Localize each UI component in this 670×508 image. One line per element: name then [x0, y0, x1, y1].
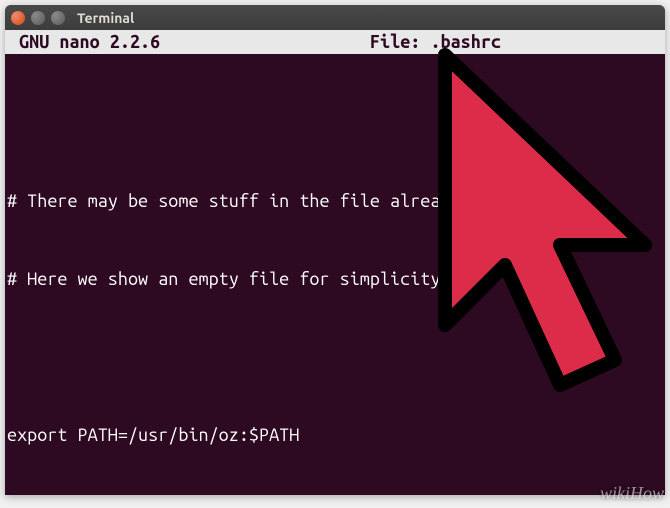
terminal-window: Terminal GNU nano 2.2.6 File: .bashrc # … — [5, 5, 665, 495]
editor-line: # Here we show an empty file for simplic… — [7, 266, 663, 292]
minimize-icon[interactable] — [31, 11, 45, 25]
editor-line: export PATH=/usr/bin/oz:$PATH — [7, 422, 663, 448]
window-titlebar[interactable]: Terminal — [5, 5, 665, 30]
nano-file-indicator: File: .bashrc — [370, 32, 501, 52]
close-icon[interactable] — [11, 11, 25, 25]
window-title: Terminal — [77, 10, 134, 26]
nano-header-bar: GNU nano 2.2.6 File: .bashrc — [5, 30, 665, 54]
editor-line — [7, 344, 663, 370]
editor-line — [7, 110, 663, 136]
watermark-text: wikiHow — [600, 483, 664, 504]
editor-area[interactable]: # There may be some stuff in the file al… — [5, 54, 665, 495]
nano-filename: .bashrc — [430, 32, 501, 52]
editor-line: # There may be some stuff in the file al… — [7, 188, 663, 214]
window-controls — [11, 11, 65, 25]
nano-app-version: GNU nano 2.2.6 — [9, 32, 160, 52]
maximize-icon[interactable] — [51, 11, 65, 25]
